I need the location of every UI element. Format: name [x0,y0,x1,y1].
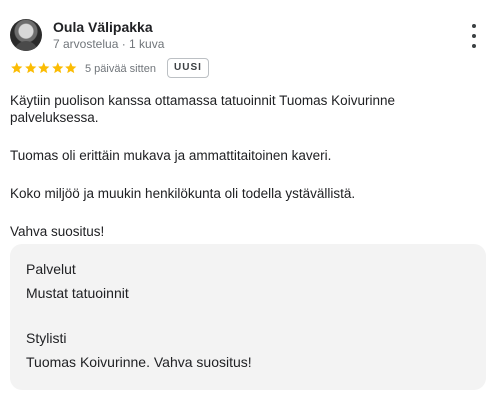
services-label: Palvelut [26,261,76,277]
review-text: Käytiin puolison kanssa ottamassa tatuoi… [10,92,480,261]
author-name[interactable]: Oula Välipakka [53,19,153,36]
review-details-panel: Palvelut Mustat tatuoinnit Stylisti Tuom… [10,244,486,390]
stylist-label: Stylisti [26,330,67,346]
star-icon [38,62,50,74]
avatar-silhouette [14,41,38,51]
star-icon [11,62,23,74]
more-vert-icon-dot [472,44,476,48]
more-vert-icon-dot [472,34,476,38]
avatar[interactable] [10,19,42,51]
more-options-button[interactable] [466,24,482,48]
star-icon [51,62,63,74]
more-vert-icon [472,24,476,28]
author-meta: 7 arvostelua · 1 kuva [53,37,165,51]
star-icon [24,62,36,74]
review-paragraph: Vahva suositus! [10,224,105,239]
new-badge: UUSI [167,58,209,78]
services-value: Mustat tatuoinnit [26,285,129,301]
stylist-value: Tuomas Koivurinne. Vahva suositus! [26,354,252,370]
review-paragraph: Koko miljöö ja muukin henkilökunta oli t… [10,186,356,201]
review-date: 5 päivää sitten [85,63,156,75]
star-rating [10,61,78,77]
review-paragraph: Käytiin puolison kanssa ottamassa tatuoi… [10,93,395,125]
star-icon [65,62,77,74]
review-paragraph: Tuomas oli erittäin mukava ja ammattitai… [10,148,332,163]
